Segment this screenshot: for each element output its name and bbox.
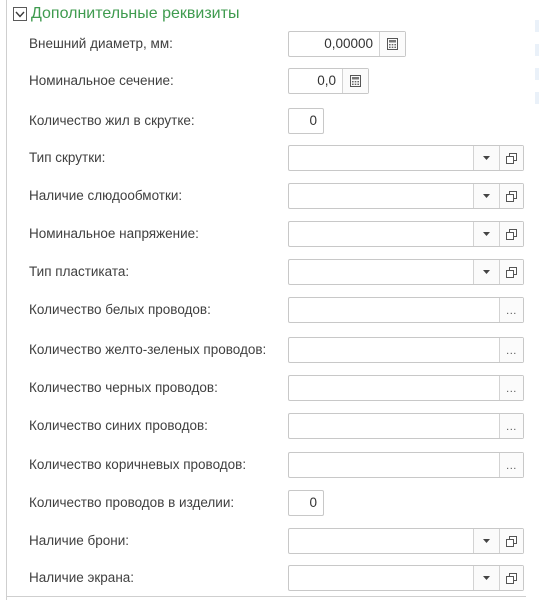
open-form-icon[interactable] [499,184,523,208]
dropdown-arrow-icon[interactable] [473,260,499,284]
armor-field[interactable] [288,528,524,554]
outer-diameter-input[interactable]: 0,00000 [289,32,379,56]
field-label: Наличие слюдообмотки: [29,188,183,203]
group-header[interactable]: Дополнительные реквизиты [13,3,239,25]
twist-type-input[interactable] [289,146,473,170]
field-label: Номинальное напряжение: [29,226,199,241]
field-row-screen: Наличие экрана: [0,565,542,591]
field-row-armor: Наличие брони: [0,528,542,554]
brown-wires-input[interactable] [289,453,499,477]
nominal-voltage-field[interactable] [288,221,524,247]
ellipsis-icon[interactable]: ... [499,376,523,400]
open-form-icon[interactable] [499,260,523,284]
black-wires-input[interactable] [289,376,499,400]
field-row-black-wires: Количество черных проводов: ... [0,375,542,401]
dropdown-arrow-icon[interactable] [473,184,499,208]
field-row-plastic-type: Тип пластиката: [0,259,542,285]
dropdown-arrow-icon[interactable] [473,146,499,170]
outer-diameter-field[interactable]: 0,00000 [288,31,406,57]
armor-input[interactable] [289,529,473,553]
blue-wires-input[interactable] [289,414,499,438]
field-label: Наличие брони: [29,533,130,548]
open-form-icon[interactable] [499,222,523,246]
calculator-icon[interactable] [379,32,405,56]
field-row-outer-diameter: Внешний диаметр, мм: 0,00000 [0,31,542,57]
field-row-twist-type: Тип скрутки: [0,145,542,171]
yellow-green-wires-field[interactable]: ... [288,337,524,363]
blue-wires-field[interactable]: ... [288,413,524,439]
field-label: Количество синих проводов: [29,418,208,433]
group-title: Дополнительные реквизиты [31,5,240,22]
open-form-icon[interactable] [499,566,523,590]
field-label: Номинальное сечение: [29,73,174,88]
mica-wrap-field[interactable] [288,183,524,209]
nominal-section-input[interactable]: 0,0 [289,69,342,93]
mica-wrap-input[interactable] [289,184,473,208]
screen-input[interactable] [289,566,473,590]
cores-in-twist-input[interactable]: 0 [289,109,323,133]
form-frame-bottom-border [6,596,526,597]
field-label: Количество жил в скрутке: [29,113,195,128]
brown-wires-field[interactable]: ... [288,452,524,478]
field-label: Количество желто-зеленых проводов: [29,342,267,357]
field-label: Тип скрутки: [29,150,106,165]
field-label: Количество белых проводов: [29,302,211,317]
field-label: Внешний диаметр, мм: [29,36,173,51]
chevron-down-icon[interactable] [13,7,27,21]
field-row-cores-in-twist: Количество жил в скрутке: 0 [0,108,542,134]
field-row-yellow-green-wires: Количество желто-зеленых проводов: ... [0,337,542,363]
dropdown-arrow-icon[interactable] [473,566,499,590]
ellipsis-icon[interactable]: ... [499,414,523,438]
field-label: Тип пластиката: [29,264,130,279]
field-row-blue-wires: Количество синих проводов: ... [0,413,542,439]
twist-type-field[interactable] [288,145,524,171]
field-label: Количество проводов в изделии: [29,495,235,510]
calculator-icon[interactable] [342,69,368,93]
plastic-type-field[interactable] [288,259,524,285]
nominal-section-field[interactable]: 0,0 [288,68,369,94]
black-wires-field[interactable]: ... [288,375,524,401]
field-label: Количество черных проводов: [29,380,218,395]
white-wires-input[interactable] [289,298,499,322]
cores-in-twist-field[interactable]: 0 [288,108,324,134]
open-form-icon[interactable] [499,529,523,553]
wires-in-product-field[interactable]: 0 [288,490,324,516]
nominal-voltage-input[interactable] [289,222,473,246]
dropdown-arrow-icon[interactable] [473,222,499,246]
field-row-mica-wrap: Наличие слюдообмотки: [0,183,542,209]
wires-in-product-input[interactable]: 0 [289,491,323,515]
plastic-type-input[interactable] [289,260,473,284]
field-row-wires-in-product: Количество проводов в изделии: 0 [0,490,542,516]
open-form-icon[interactable] [499,146,523,170]
ellipsis-icon[interactable]: ... [499,298,523,322]
white-wires-field[interactable]: ... [288,297,524,323]
ellipsis-icon[interactable]: ... [499,338,523,362]
field-label: Количество коричневых проводов: [29,457,247,472]
dropdown-arrow-icon[interactable] [473,529,499,553]
ellipsis-icon[interactable]: ... [499,453,523,477]
yellow-green-wires-input[interactable] [289,338,499,362]
field-label: Наличие экрана: [29,570,135,585]
screen-field[interactable] [288,565,524,591]
field-row-nominal-voltage: Номинальное напряжение: [0,221,542,247]
field-row-nominal-section: Номинальное сечение: 0,0 [0,68,542,94]
field-row-white-wires: Количество белых проводов: ... [0,297,542,323]
field-row-brown-wires: Количество коричневых проводов: ... [0,452,542,478]
